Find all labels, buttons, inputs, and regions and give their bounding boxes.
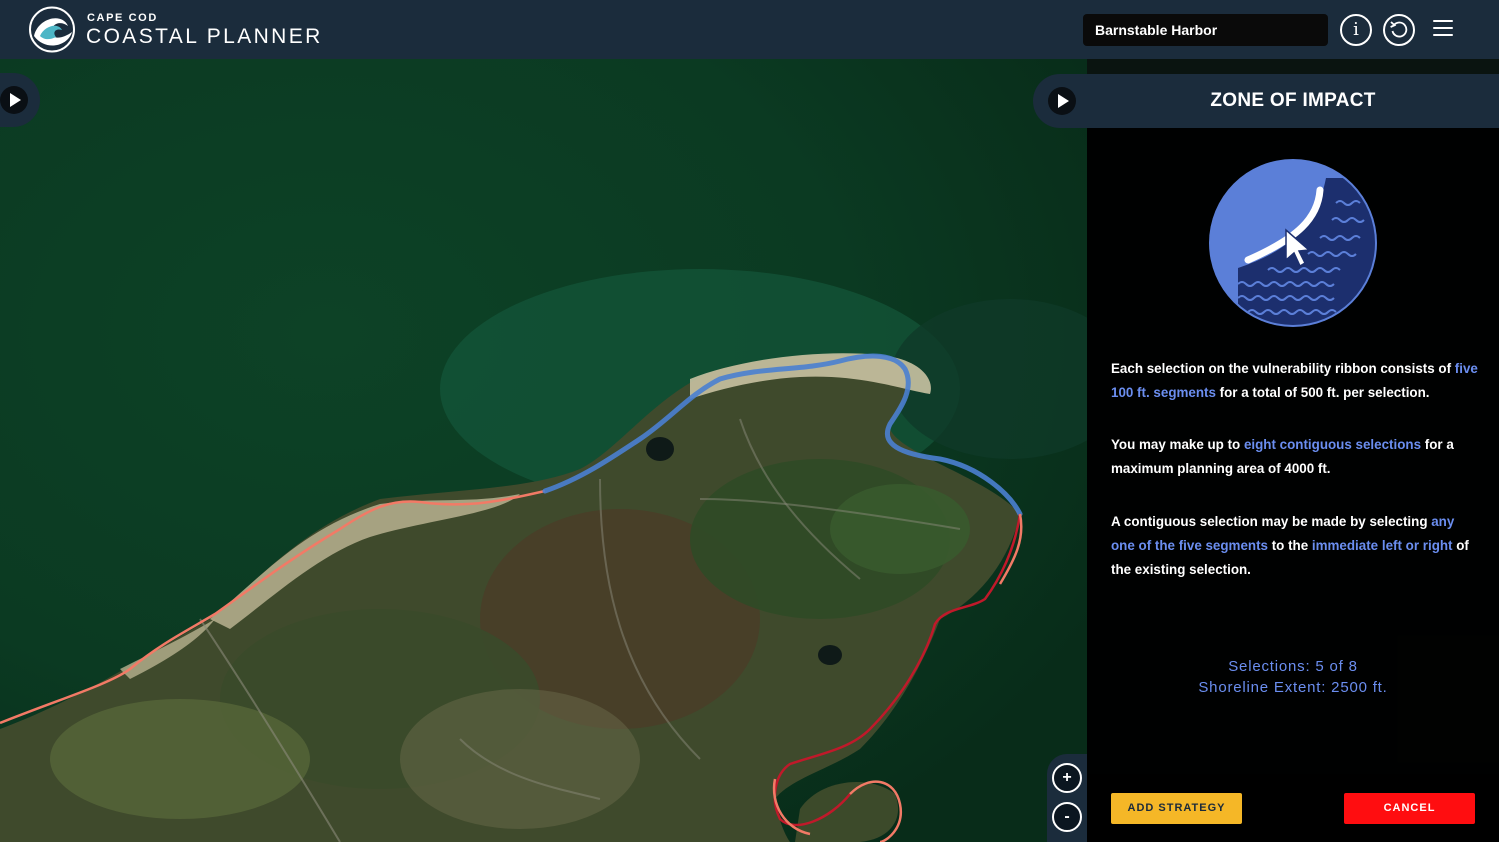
selection-stats: Selections: 5 of 8 Shoreline Extent: 250… <box>1087 656 1499 698</box>
zoom-out-button[interactable]: - <box>1052 802 1082 832</box>
contiguous-rule-text: A contiguous selection may be made by se… <box>1111 514 1469 577</box>
brand-subtitle: CAPE COD <box>87 12 158 24</box>
zoom-controls: + - <box>1047 754 1087 842</box>
zone-of-impact-panel: Each selection on the vulnerability ribb… <box>1087 128 1499 774</box>
app-root: CAPE COD COASTAL PLANNER Barnstable Harb… <box>0 0 1499 842</box>
reset-icon <box>1390 21 1408 38</box>
pond <box>818 645 842 665</box>
satellite-map[interactable] <box>0 59 1087 842</box>
panel-actions: ADD STRATEGY CANCEL <box>1087 774 1499 842</box>
play-icon <box>0 86 28 114</box>
panel-title: ZONE OF IMPACT <box>1210 90 1376 111</box>
menu-icon[interactable] <box>1433 20 1453 38</box>
reset-button[interactable] <box>1383 14 1415 46</box>
map-canvas[interactable] <box>0 59 1087 842</box>
zone-of-impact-header: ZONE OF IMPACT <box>1033 74 1499 128</box>
zoom-in-button[interactable]: + <box>1052 763 1082 793</box>
brand-title: COASTAL PLANNER <box>86 25 323 48</box>
cancel-button[interactable]: CANCEL <box>1344 793 1475 824</box>
shoreline-selection-icon <box>1209 159 1377 327</box>
shoreline-extent: Shoreline Extent: 2500 ft. <box>1198 679 1388 696</box>
location-selector[interactable]: Barnstable Harbor <box>1083 14 1328 46</box>
forest-patch <box>830 484 970 574</box>
info-button[interactable]: i <box>1340 14 1372 46</box>
top-bar: CAPE COD COASTAL PLANNER Barnstable Harb… <box>0 0 1499 59</box>
info-icon: i <box>1353 19 1359 40</box>
add-strategy-button[interactable]: ADD STRATEGY <box>1111 793 1242 824</box>
play-icon <box>1048 87 1076 115</box>
pond <box>646 437 674 461</box>
panel-collapse-toggle[interactable] <box>1048 87 1076 115</box>
wave-logo-icon[interactable] <box>28 6 78 53</box>
selections-count: Selections: 5 of 8 <box>1228 658 1358 675</box>
field-patch <box>50 699 310 819</box>
max-selection-text: You may make up to eight contiguous sele… <box>1111 437 1454 476</box>
selection-rules-text: Each selection on the vulnerability ribb… <box>1111 361 1478 400</box>
field-patch <box>400 689 640 829</box>
